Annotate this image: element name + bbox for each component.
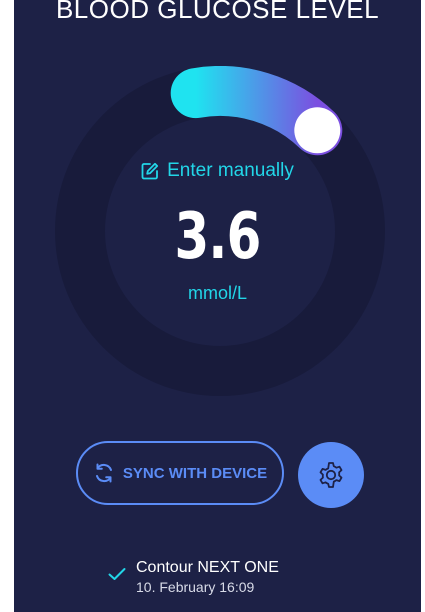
sync-icon [93,462,115,484]
device-info: Contour NEXT ONE 10. February 16:09 [136,558,279,596]
check-icon [108,567,126,581]
glucose-value: 3.6 [174,200,261,274]
edit-icon [141,162,159,180]
page-title: BLOOD GLUCOSE LEVEL [55,0,380,24]
sync-with-device-button[interactable]: SYNC WITH DEVICE [76,441,284,505]
sync-button-label: SYNC WITH DEVICE [122,464,268,482]
gauge-knob[interactable] [294,107,341,154]
gear-icon [316,460,346,490]
settings-button[interactable] [298,442,364,508]
device-last-sync: 10. February 16:09 [136,579,255,595]
glucose-unit: mmol/L [187,283,247,303]
enter-manually-label: Enter manually [167,160,294,181]
glucose-screen: BLOOD GLUCOSE LEVEL Enter manually 3.6 m… [14,0,421,612]
device-name: Contour NEXT ONE [136,559,279,576]
device-status: Contour NEXT ONE 10. February 16:09 [108,558,279,596]
enter-manually-link[interactable]: Enter manually [14,160,421,182]
